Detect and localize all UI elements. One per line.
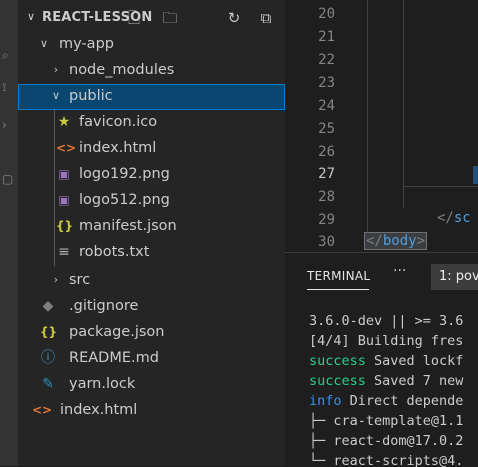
info-icon: ⓘ — [41, 350, 55, 366]
indent-guide — [403, 0, 404, 208]
tree-file-index-html-root[interactable]: <> index.html — [18, 398, 285, 424]
tree-file-robots[interactable]: ≡ robots.txt — [18, 240, 285, 266]
tree-file-logo192[interactable]: ▣ logo192.png — [18, 162, 285, 188]
explorer-sidebar: ∨ REACT-LESSON 🗋 🗀 ↻ ⧉ ∨ my-app › node_m… — [18, 0, 285, 466]
tree-label: logo512.png — [79, 192, 170, 208]
fold-guide — [403, 186, 478, 187]
tree-label: robots.txt — [79, 244, 150, 260]
extensions-icon[interactable]: ▢ — [2, 172, 13, 186]
refresh-icon[interactable]: ↻ — [224, 8, 244, 28]
terminal-line: ├─ cra-template@1.1 — [309, 413, 464, 429]
more-icon[interactable]: ··· — [393, 263, 406, 279]
terminal-line: └─ react-scripts@4. — [309, 453, 464, 467]
line-number-active: 27 — [318, 166, 335, 182]
terminal-line: info Direct depende — [309, 393, 463, 409]
code-editor[interactable]: 20 21 22 23 24 25 26 27 28 29 30 </sc </… — [285, 0, 478, 252]
tree-label: logo192.png — [79, 166, 170, 182]
terminal-line: ├─ react-dom@17.0.2 — [309, 433, 464, 449]
text-selection — [473, 166, 478, 184]
tree-label: node_modules — [69, 62, 175, 78]
line-number: 25 — [318, 121, 335, 137]
active-tab-indicator — [307, 289, 369, 290]
git-icon: ◆ — [42, 298, 54, 314]
tree-folder-public[interactable]: ∨ public — [18, 84, 285, 110]
tree-label: index.html — [60, 402, 138, 418]
star-icon: ★ — [57, 114, 71, 130]
image-icon: ▣ — [58, 167, 70, 181]
tree-label: favicon.ico — [79, 114, 158, 130]
yarn-icon: ✎ — [42, 376, 54, 392]
chevron-down-icon: ∨ — [39, 37, 49, 50]
new-folder-icon[interactable]: 🗀 — [160, 8, 180, 28]
new-file-icon[interactable]: 🗋 — [124, 8, 144, 28]
line-number: 21 — [318, 29, 335, 45]
tree-file-manifest[interactable]: {} manifest.json — [18, 214, 285, 240]
collapse-all-icon[interactable]: ⧉ — [256, 8, 276, 28]
tree-file-index-html[interactable]: <> index.html — [18, 136, 285, 162]
line-number: 20 — [318, 6, 335, 22]
line-number: 30 — [318, 234, 335, 250]
terminal-select[interactable]: 1: pov — [431, 264, 478, 290]
json-icon: {} — [56, 219, 74, 233]
tree-label: index.html — [79, 140, 157, 156]
tree-label: yarn.lock — [69, 376, 136, 392]
debug-icon[interactable]: › — [2, 118, 7, 132]
chevron-right-icon: › — [53, 63, 59, 76]
html-icon: <> — [56, 141, 77, 155]
tree-label: manifest.json — [79, 218, 177, 234]
info-label: info — [309, 393, 342, 409]
tree-folder-node-modules[interactable]: › node_modules — [18, 58, 285, 84]
line-number: 29 — [318, 212, 335, 228]
tree-label: src — [69, 272, 91, 288]
source-control-icon[interactable]: ⟟ — [2, 80, 6, 94]
tree-label: package.json — [69, 324, 165, 340]
success-label: success — [309, 353, 366, 369]
tree-label: my-app — [59, 36, 114, 52]
terminal-line: [4/4] Building fres — [309, 333, 464, 349]
image-icon: ▣ — [58, 193, 70, 207]
tree-file-readme[interactable]: ⓘ README.md — [18, 346, 285, 372]
code-line-30: </body> — [363, 232, 428, 250]
line-number: 28 — [318, 189, 335, 205]
indent-guide — [367, 0, 368, 234]
terminal-text: Direct depende — [341, 393, 464, 409]
tree-file-logo512[interactable]: ▣ logo512.png — [18, 188, 285, 214]
line-number: 24 — [318, 98, 335, 114]
tree-file-favicon[interactable]: ★ favicon.ico — [18, 110, 285, 136]
json-icon: {} — [40, 325, 58, 339]
chevron-right-icon: › — [53, 273, 59, 286]
terminal-text: Saved 7 new — [365, 373, 464, 389]
line-number: 23 — [318, 75, 335, 91]
activity-bar: ⌕ ⟟ › ▢ — [0, 0, 18, 466]
line-number: 26 — [318, 144, 335, 160]
chevron-down-icon[interactable]: ∨ — [27, 10, 35, 23]
tree-label: .gitignore — [69, 298, 139, 314]
html-icon: <> — [32, 403, 53, 417]
tree-label: README.md — [69, 350, 159, 366]
terminal-line: success Saved lockf — [309, 353, 463, 369]
tree-file-package-json[interactable]: {} package.json — [18, 320, 285, 346]
terminal-line: success Saved 7 new — [309, 373, 463, 389]
tree-folder-my-app[interactable]: ∨ my-app — [18, 32, 285, 58]
text-file-icon: ≡ — [58, 244, 70, 260]
search-icon[interactable]: ⌕ — [2, 48, 9, 62]
tree-file-yarn-lock[interactable]: ✎ yarn.lock — [18, 372, 285, 398]
success-label: success — [309, 373, 366, 389]
terminal-line: 3.6.0-dev || >= 3.6 — [309, 313, 464, 329]
tree-folder-src[interactable]: › src — [18, 268, 285, 294]
code-line-29: </sc — [437, 210, 471, 226]
explorer-header[interactable]: ∨ REACT-LESSON 🗋 🗀 ↻ ⧉ — [18, 4, 285, 32]
tab-terminal[interactable]: TERMINAL — [307, 269, 370, 283]
line-number: 22 — [318, 52, 335, 68]
tree-label: public — [69, 88, 113, 104]
terminal-text: Saved lockf — [365, 353, 464, 369]
chevron-down-icon: ∨ — [51, 89, 61, 102]
tree-file-gitignore[interactable]: ◆ .gitignore — [18, 294, 285, 320]
bottom-panel: TERMINAL ··· 1: pov 3.6.0-dev || >= 3.6 … — [285, 252, 478, 467]
